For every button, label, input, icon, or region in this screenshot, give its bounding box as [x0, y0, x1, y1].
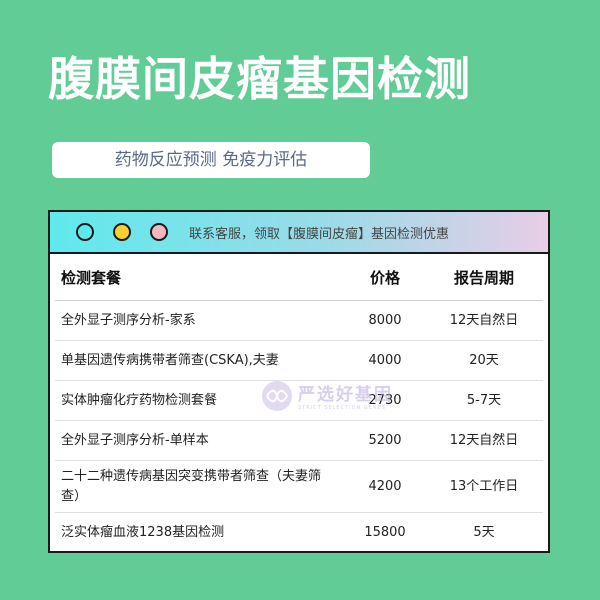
subtitle-badge: 药物反应预测 免疫力评估	[52, 142, 370, 178]
package-name: 单基因遗传病携带者筛查(CSKA),夫妻	[55, 340, 345, 381]
package-price: 8000	[345, 300, 425, 341]
package-period: 12天自然日	[425, 420, 543, 461]
package-period: 5天	[473, 525, 495, 540]
table-row: 实体肿瘤化疗药物检测套餐 2730 5-7天	[55, 380, 543, 421]
table-row: 二十二种遗传病基因突变携带者筛查（夫妻筛查） 4200 13个工作日	[55, 460, 543, 513]
header-report-period: 报告周期	[425, 254, 543, 301]
promo-text[interactable]: 联系客服，领取【腹膜间皮瘤】基因检测优惠	[189, 223, 449, 242]
package-name: 泛实体瘤血液1238基因检测	[61, 525, 225, 540]
package-period: 13个工作日	[425, 460, 543, 513]
header-package: 检测套餐	[55, 254, 345, 301]
package-period: 20天	[425, 340, 543, 381]
package-name: 全外显子测序分析-单样本	[55, 420, 345, 461]
window-dot-yellow	[113, 223, 131, 241]
window-dot-cyan	[76, 223, 94, 241]
window-titlebar: 联系客服，领取【腹膜间皮瘤】基因检测优惠	[50, 212, 548, 254]
package-name: 实体肿瘤化疗药物检测套餐	[55, 380, 345, 421]
table-row: 全外显子测序分析-家系 8000 12天自然日	[55, 300, 543, 341]
package-period: 12天自然日	[425, 300, 543, 341]
window-dot-pink	[150, 223, 168, 241]
table-row: 单基因遗传病携带者筛查(CSKA),夫妻 4000 20天	[55, 340, 543, 381]
package-price: 2730	[345, 380, 425, 421]
price-window: 联系客服，领取【腹膜间皮瘤】基因检测优惠 检测套餐 价格 报告周期 全外显子测序…	[48, 210, 550, 553]
package-price: 4000	[345, 340, 425, 381]
table-row: 全外显子测序分析-单样本 5200 12天自然日	[55, 420, 543, 461]
package-name: 二十二种遗传病基因突变携带者筛查（夫妻筛查）	[55, 460, 345, 513]
price-table: 检测套餐 价格 报告周期 全外显子测序分析-家系 8000 12天自然日 单基因…	[55, 254, 543, 552]
header-price: 价格	[345, 254, 425, 301]
page-title: 腹膜间皮瘤基因检测	[48, 52, 471, 106]
package-price: 5200	[345, 420, 425, 461]
package-period: 5-7天	[425, 380, 543, 421]
package-name: 全外显子测序分析-家系	[55, 300, 345, 341]
package-price: 15800	[364, 525, 406, 540]
package-price: 4200	[345, 460, 425, 513]
table-row: 泛实体瘤血液1238基因检测 15800 5天	[55, 513, 543, 552]
